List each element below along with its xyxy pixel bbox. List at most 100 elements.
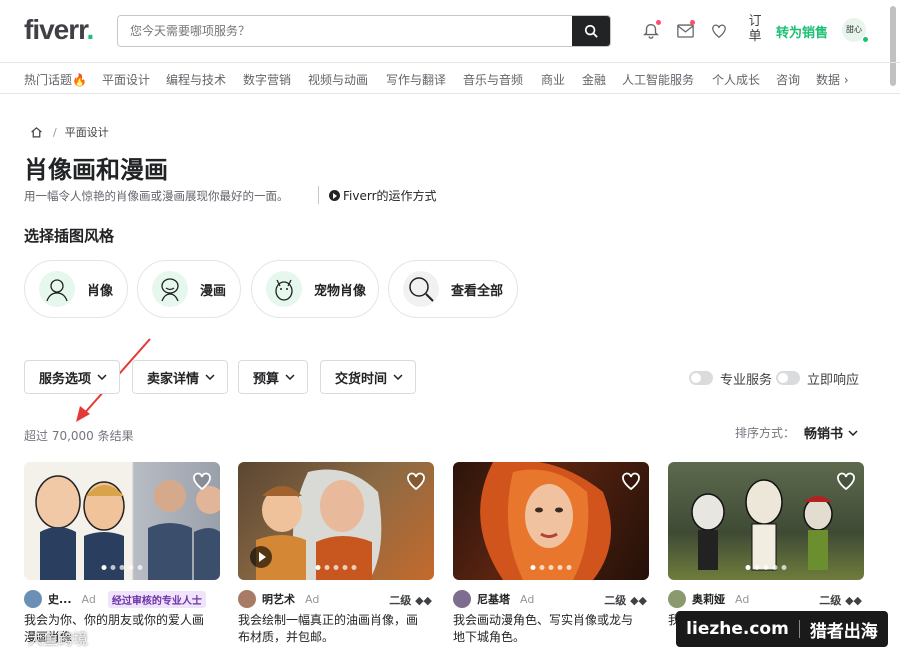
gig-seller-row: 明艺术 Ad 二级 ◆◆ [238, 588, 434, 610]
breadcrumb-separator: / [53, 125, 57, 139]
pet-illustration-icon [266, 271, 302, 307]
ad-label: Ad [81, 592, 96, 606]
filter-delivery-time[interactable]: 交货时间 [320, 360, 417, 394]
filter-label: 服务选项 [39, 371, 92, 387]
filter-budget[interactable]: 预算 [238, 360, 309, 394]
category-item[interactable]: 热门话题🔥 [24, 71, 87, 88]
vetted-pro-badge: 经过审核的专业人士 [107, 590, 206, 608]
filter-label: 卖家详情 [147, 371, 200, 387]
magnifier-icon [403, 271, 439, 307]
sort-dropdown[interactable]: 畅销书 [804, 423, 858, 442]
top-header: fiverr. 订单 转为销售 甜心 [0, 0, 900, 86]
seller-avatar[interactable] [668, 590, 686, 608]
favorite-heart-icon[interactable] [406, 472, 426, 490]
filter-service-options[interactable]: 服务选项 [24, 360, 121, 394]
category-item[interactable]: 个人成长 [712, 71, 760, 88]
watermark-brand: 猎者出海 [809, 621, 878, 642]
gig-title[interactable]: 我会绘制一幅真正的油画肖像，画 布材质，并包邮。 [238, 612, 434, 646]
breadcrumb: / 平面设计 [30, 124, 109, 140]
play-icon [329, 190, 340, 201]
category-item[interactable]: 编程与技术 [166, 71, 226, 88]
category-item[interactable]: 音乐与音频 [463, 71, 523, 88]
gig-card[interactable]: 奥莉娅 Ad 二级 ◆◆ 我 [668, 462, 864, 629]
favorite-heart-icon[interactable] [836, 472, 856, 490]
heart-icon[interactable] [710, 22, 728, 40]
toggle-pro-services[interactable] [689, 371, 713, 385]
seller-avatar[interactable] [453, 590, 471, 608]
gig-card[interactable]: 尼基塔 Ad 二级 ◆◆ 我会画动漫角色、写实肖像或龙与 地下城角色。 [453, 462, 649, 646]
category-item[interactable]: 金融 [582, 71, 606, 88]
carousel-dots [530, 565, 572, 570]
carousel-dots [745, 565, 787, 570]
search-bar [117, 15, 611, 47]
toggle-instant-response[interactable] [776, 371, 800, 385]
gig-title[interactable]: 我会画动漫角色、写实肖像或龙与 地下城角色。 [453, 612, 649, 646]
message-dot [690, 20, 695, 25]
category-item[interactable]: 咨询 [776, 71, 800, 88]
style-chip-label: 肖像 [87, 283, 114, 299]
category-item[interactable]: 商业 [541, 71, 565, 88]
gig-seller-row: 奥莉娅 Ad 二级 ◆◆ [668, 588, 864, 610]
style-chip-label: 宠物肖像 [314, 283, 367, 299]
search-icon [584, 24, 598, 38]
category-item[interactable]: 视频与动画 [308, 71, 368, 88]
breadcrumb-link[interactable]: 平面设计 [65, 124, 109, 140]
category-item[interactable]: 平面设计 [102, 71, 150, 88]
seller-name[interactable]: 尼基塔 [477, 591, 510, 607]
filter-seller-details[interactable]: 卖家详情 [132, 360, 229, 394]
chevron-down-icon [393, 374, 403, 380]
toggle-label: 专业服务 [720, 373, 773, 388]
video-play-icon[interactable] [250, 546, 272, 568]
how-it-works-label: Fiverr的运作方式 [343, 189, 437, 203]
chevron-down-icon [848, 429, 858, 436]
category-nav: 热门话题🔥 平面设计 编程与技术 数字营销 视频与动画 写作与翻译 音乐与音频 … [0, 62, 900, 94]
gig-card[interactable]: 明艺术 Ad 二级 ◆◆ 我会绘制一幅真正的油画肖像，画 布材质，并包邮。 [238, 462, 434, 646]
watermark-site: liezhe.com [686, 619, 789, 639]
style-chip-pet-portrait[interactable]: 宠物肖像 [251, 260, 379, 318]
category-item[interactable]: 数据 › [816, 71, 849, 88]
style-chip-label: 漫画 [200, 283, 227, 299]
style-chip-label: 查看全部 [451, 283, 504, 299]
online-status-dot [862, 36, 869, 43]
search-input[interactable] [118, 16, 572, 46]
favorite-heart-icon[interactable] [621, 472, 641, 490]
notification-dot [656, 20, 661, 25]
how-it-works-link[interactable]: Fiverr的运作方式 [329, 187, 437, 204]
seller-name[interactable]: 史... [48, 591, 72, 607]
gig-card[interactable]: 史... Ad 经过审核的专业人士 我会为你、你的朋友或你的爱人画 漫画肖像 [24, 462, 220, 646]
seller-avatar[interactable] [238, 590, 256, 608]
carousel-dots [101, 565, 143, 570]
seller-name[interactable]: 明艺术 [262, 591, 295, 607]
gig-image[interactable] [668, 462, 864, 580]
chevron-down-icon [285, 374, 295, 380]
ad-label: Ad [305, 592, 320, 606]
page-subtitle: 用一幅令人惊艳的肖像画或漫画展现你最好的一面。 [24, 189, 289, 203]
filter-label: 交货时间 [335, 371, 388, 387]
seller-name[interactable]: 奥莉娅 [692, 591, 725, 607]
portrait-illustration-icon [39, 271, 75, 307]
style-chip-view-all[interactable]: 查看全部 [388, 260, 518, 318]
watermark-left: 大鱼跨境 [8, 628, 88, 649]
style-chip-portrait[interactable]: 肖像 [24, 260, 128, 318]
results-count: 超过 70,000 条结果 [24, 429, 134, 443]
gig-image[interactable] [238, 462, 434, 580]
toggle-label: 立即响应 [807, 373, 860, 388]
category-item[interactable]: 写作与翻译 [386, 71, 446, 88]
gig-image[interactable] [453, 462, 649, 580]
page-title: 肖像画和漫画 [24, 156, 168, 184]
style-chip-caricature[interactable]: 漫画 [137, 260, 241, 318]
watermark-right: liezhe.com 猎者出海 [676, 611, 888, 647]
favorite-heart-icon[interactable] [192, 472, 212, 490]
orders-link[interactable]: 订单 [748, 14, 762, 44]
gig-seller-row: 尼基塔 Ad 二级 ◆◆ [453, 588, 649, 610]
seller-avatar[interactable] [24, 590, 42, 608]
home-icon[interactable] [30, 126, 43, 138]
fiverr-logo[interactable]: fiverr. [24, 14, 94, 46]
watermark-divider [798, 620, 800, 638]
category-item[interactable]: 人工智能服务 [622, 71, 694, 88]
become-seller-link[interactable]: 转为销售 [776, 22, 828, 41]
divider [318, 186, 319, 204]
category-item[interactable]: 数字营销 [243, 71, 291, 88]
gig-image[interactable] [24, 462, 220, 580]
search-button[interactable] [572, 16, 610, 46]
